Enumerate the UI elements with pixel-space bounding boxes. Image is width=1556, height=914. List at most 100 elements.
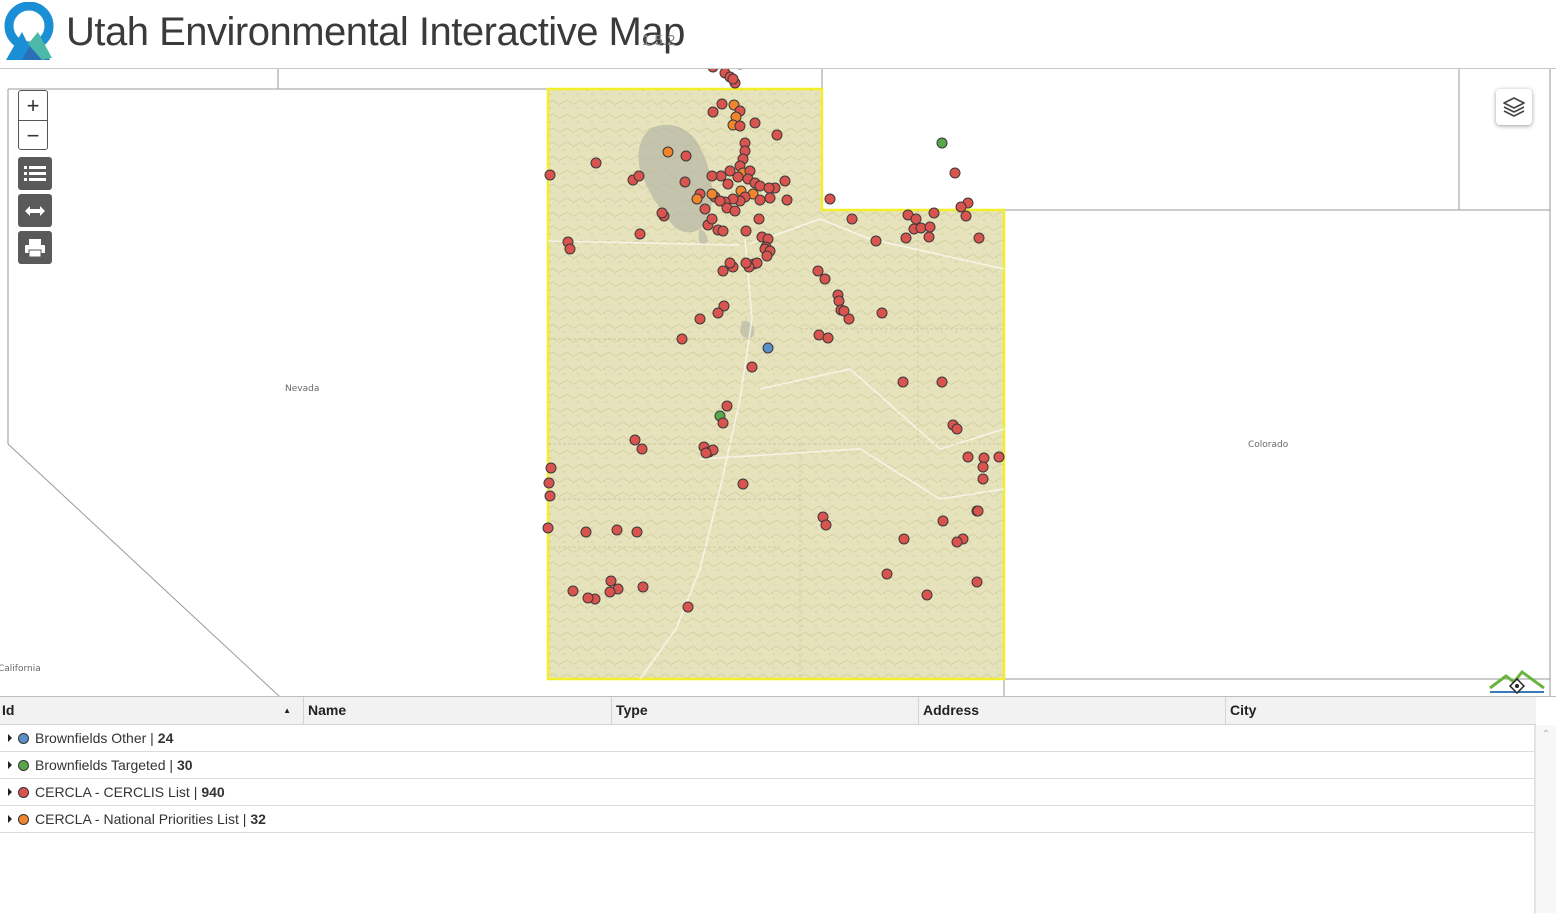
site-marker[interactable] xyxy=(680,150,692,162)
column-header-address[interactable]: Address xyxy=(919,697,1226,724)
site-marker[interactable] xyxy=(662,146,674,158)
group-row-cercla-npl[interactable]: CERCLA - National Priorities List | 32 xyxy=(0,806,1534,833)
site-marker[interactable] xyxy=(707,106,719,118)
site-marker[interactable] xyxy=(611,524,623,536)
site-marker[interactable] xyxy=(822,332,834,344)
site-marker[interactable] xyxy=(937,515,949,527)
site-marker[interactable] xyxy=(824,193,836,205)
grid-scrollbar[interactable]: ⌃ xyxy=(1535,725,1556,913)
zoom-out-button[interactable]: − xyxy=(19,120,47,150)
list-button[interactable] xyxy=(18,157,52,190)
site-marker[interactable] xyxy=(949,167,961,179)
site-marker[interactable] xyxy=(951,423,963,435)
site-marker[interactable] xyxy=(679,176,691,188)
site-marker[interactable] xyxy=(781,194,793,206)
site-marker[interactable] xyxy=(629,434,641,446)
site-marker[interactable] xyxy=(813,329,825,341)
site-marker[interactable] xyxy=(542,522,554,534)
map-view[interactable]: Nevada Colorado California + − xyxy=(0,68,1556,697)
full-extent-button[interactable] xyxy=(18,194,52,227)
site-marker[interactable] xyxy=(706,188,718,200)
site-marker[interactable] xyxy=(740,225,752,237)
site-marker[interactable] xyxy=(928,207,940,219)
site-marker[interactable] xyxy=(881,568,893,580)
site-marker[interactable] xyxy=(923,231,935,243)
site-marker[interactable] xyxy=(544,490,556,502)
site-marker[interactable] xyxy=(706,213,718,225)
site-marker[interactable] xyxy=(740,257,752,269)
site-marker[interactable] xyxy=(582,592,594,604)
site-marker[interactable] xyxy=(637,581,649,593)
site-marker[interactable] xyxy=(977,473,989,485)
site-marker[interactable] xyxy=(973,232,985,244)
site-marker[interactable] xyxy=(737,478,749,490)
site-marker[interactable] xyxy=(699,203,711,215)
site-marker[interactable] xyxy=(634,228,646,240)
site-marker[interactable] xyxy=(545,462,557,474)
site-marker[interactable] xyxy=(746,361,758,373)
site-marker[interactable] xyxy=(846,213,858,225)
site-marker[interactable] xyxy=(833,295,845,307)
column-header-type[interactable]: Type xyxy=(612,697,919,724)
site-marker[interactable] xyxy=(700,447,712,459)
site-marker[interactable] xyxy=(682,601,694,613)
site-marker[interactable] xyxy=(962,451,974,463)
site-marker[interactable] xyxy=(779,175,791,187)
site-marker[interactable] xyxy=(729,205,741,217)
print-button[interactable] xyxy=(18,231,52,264)
site-marker[interactable] xyxy=(724,165,736,177)
site-marker[interactable] xyxy=(972,505,984,517)
site-marker[interactable] xyxy=(580,526,592,538)
site-marker[interactable] xyxy=(951,536,963,548)
site-marker[interactable] xyxy=(915,222,927,234)
expand-arrow-icon[interactable] xyxy=(8,788,12,796)
site-marker[interactable] xyxy=(753,213,765,225)
site-marker[interactable] xyxy=(898,533,910,545)
site-marker[interactable] xyxy=(691,193,703,205)
site-marker[interactable] xyxy=(727,73,739,85)
site-marker[interactable] xyxy=(631,526,643,538)
site-marker[interactable] xyxy=(605,575,617,587)
site-marker[interactable] xyxy=(819,273,831,285)
site-marker[interactable] xyxy=(707,69,719,73)
site-marker[interactable] xyxy=(761,250,773,262)
site-marker[interactable] xyxy=(721,400,733,412)
group-row-cercla-cerclis[interactable]: CERCLA - CERCLIS List | 940 xyxy=(0,779,1534,806)
site-marker[interactable] xyxy=(633,170,645,182)
site-marker[interactable] xyxy=(722,178,734,190)
site-marker[interactable] xyxy=(924,221,936,233)
site-marker[interactable] xyxy=(636,443,648,455)
column-header-id[interactable]: Id ▲ xyxy=(0,697,304,724)
site-marker[interactable] xyxy=(604,586,616,598)
site-marker[interactable] xyxy=(978,452,990,464)
site-marker[interactable] xyxy=(960,210,972,222)
site-marker[interactable] xyxy=(876,307,888,319)
group-row-brownfields-other[interactable]: Brownfields Other | 24 xyxy=(0,725,1534,752)
site-marker[interactable] xyxy=(764,192,776,204)
site-marker[interactable] xyxy=(993,451,1005,463)
site-marker[interactable] xyxy=(544,169,556,181)
site-marker[interactable] xyxy=(590,157,602,169)
column-header-city[interactable]: City xyxy=(1226,697,1536,724)
site-marker[interactable] xyxy=(921,589,933,601)
site-marker[interactable] xyxy=(656,207,668,219)
expand-arrow-icon[interactable] xyxy=(8,815,12,823)
site-marker[interactable] xyxy=(763,182,775,194)
site-marker[interactable] xyxy=(936,137,948,149)
site-marker[interactable] xyxy=(936,376,948,388)
site-marker[interactable] xyxy=(734,120,746,132)
group-row-brownfields-targeted[interactable]: Brownfields Targeted | 30 xyxy=(0,752,1534,779)
site-marker[interactable] xyxy=(900,232,912,244)
site-marker[interactable] xyxy=(567,585,579,597)
scroll-up-icon[interactable]: ⌃ xyxy=(1540,729,1552,740)
zoom-in-button[interactable]: + xyxy=(19,91,47,120)
site-marker[interactable] xyxy=(676,333,688,345)
site-marker[interactable] xyxy=(754,194,766,206)
site-marker[interactable] xyxy=(870,235,882,247)
site-marker[interactable] xyxy=(754,180,766,192)
site-marker[interactable] xyxy=(694,313,706,325)
site-marker[interactable] xyxy=(820,519,832,531)
site-marker[interactable] xyxy=(897,376,909,388)
site-marker[interactable] xyxy=(762,342,774,354)
site-marker[interactable] xyxy=(716,98,728,110)
